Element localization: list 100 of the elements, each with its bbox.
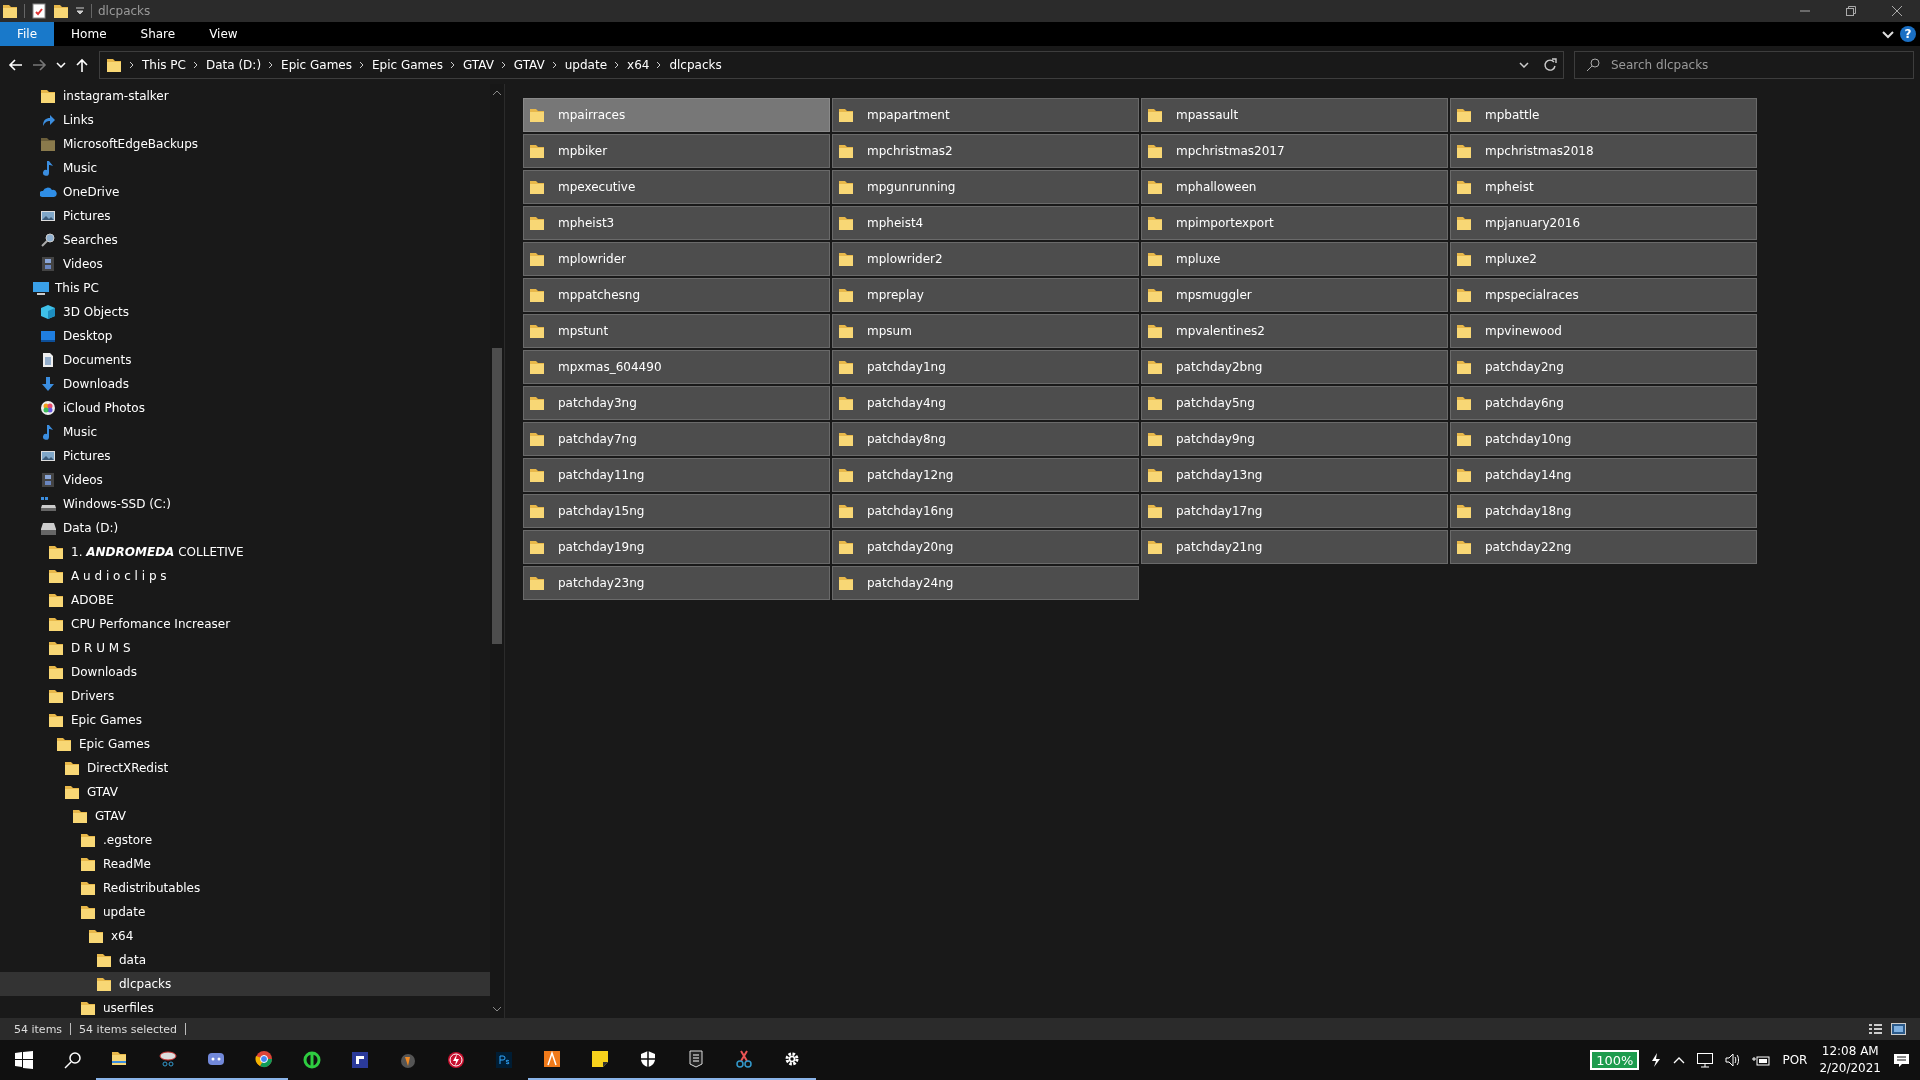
folder-item[interactable]: patchday23ng xyxy=(523,566,830,600)
tree-item[interactable]: Windows-SSD (C:) xyxy=(0,492,490,516)
chevron-up-icon[interactable] xyxy=(1673,1056,1686,1064)
tree-item[interactable]: data xyxy=(0,948,490,972)
breadcrumb-item[interactable]: GTAV xyxy=(462,58,494,72)
chevron-right-icon[interactable] xyxy=(551,61,558,69)
scrollbar-thumb[interactable] xyxy=(492,348,502,644)
tree-item[interactable]: GTAV xyxy=(0,804,490,828)
folder-item[interactable]: patchday12ng xyxy=(832,458,1139,492)
folder-item[interactable]: mpjanuary2016 xyxy=(1450,206,1757,240)
tree-item[interactable]: 1. ANDROMEDA COLLETIVE xyxy=(0,540,490,564)
folder-item[interactable]: mpsmuggler xyxy=(1141,278,1448,312)
ribbon-tab[interactable]: File xyxy=(0,22,55,46)
folder-item[interactable]: mpheist3 xyxy=(523,206,830,240)
folder-item[interactable]: mpassault xyxy=(1141,98,1448,132)
folder-item[interactable]: patchday15ng xyxy=(523,494,830,528)
folder-item[interactable]: mpchristmas2017 xyxy=(1141,134,1448,168)
tree-item[interactable]: MicrosoftEdgeBackups xyxy=(0,132,490,156)
breadcrumb-item[interactable]: update xyxy=(564,58,608,72)
tree-item[interactable]: D R U M S xyxy=(0,636,490,660)
chevron-down-icon[interactable] xyxy=(1882,29,1894,39)
ribbon-tab[interactable]: Share xyxy=(123,22,193,46)
tree-item[interactable]: This PC xyxy=(0,276,490,300)
folder-item[interactable]: patchday16ng xyxy=(832,494,1139,528)
tree-item[interactable]: Pictures xyxy=(0,444,490,468)
folder-item[interactable]: mpheist xyxy=(1450,170,1757,204)
scroll-up-icon[interactable] xyxy=(492,90,502,96)
chevron-right-icon[interactable] xyxy=(359,61,365,69)
tree-item[interactable]: GTAV xyxy=(0,780,490,804)
breadcrumb-item[interactable]: GTAV xyxy=(513,58,545,72)
tree-item[interactable]: CPU Perfomance Increaser xyxy=(0,612,490,636)
chevron-right-icon[interactable] xyxy=(614,61,621,69)
folder-item[interactable]: mphalloween xyxy=(1141,170,1448,204)
address-bar[interactable]: This PC Data (D:) Epic Games Epic Games GTAV GTAV update x64 dlcpacks xyxy=(99,51,1564,79)
tree-item[interactable]: dlcpacks xyxy=(0,972,490,996)
folder-item[interactable]: patchday5ng xyxy=(1141,386,1448,420)
chevron-right-icon[interactable] xyxy=(500,61,507,69)
tree-item[interactable]: Music xyxy=(0,156,490,180)
folder-item[interactable]: patchday6ng xyxy=(1450,386,1757,420)
scroll-down-icon[interactable] xyxy=(492,1006,502,1012)
tree-item[interactable]: x64 xyxy=(0,924,490,948)
tree-item[interactable]: DirectXRedist xyxy=(0,756,490,780)
battery-plug-icon[interactable] xyxy=(1752,1053,1771,1067)
folder-item[interactable]: mpairraces xyxy=(523,98,830,132)
tree-item[interactable]: Links xyxy=(0,108,490,132)
refresh-icon[interactable] xyxy=(1543,58,1557,72)
folder-item[interactable]: patchday2ng xyxy=(1450,350,1757,384)
help-button[interactable]: ? xyxy=(1900,26,1916,42)
chevron-down-icon[interactable] xyxy=(1519,62,1529,68)
folder-item[interactable]: mpxmas_604490 xyxy=(523,350,830,384)
chevron-right-icon[interactable] xyxy=(449,61,456,69)
folder-item[interactable]: patchday11ng xyxy=(523,458,830,492)
tree-item[interactable]: Downloads xyxy=(0,660,490,684)
folder-item[interactable]: mplowrider2 xyxy=(832,242,1139,276)
folder-item[interactable]: mpsum xyxy=(832,314,1139,348)
folder-item[interactable]: patchday9ng xyxy=(1141,422,1448,456)
tree-item[interactable]: Documents xyxy=(0,348,490,372)
ribbon-tab[interactable]: Home xyxy=(54,22,124,46)
folder-item[interactable]: mpstunt xyxy=(523,314,830,348)
network-icon[interactable] xyxy=(1697,1052,1714,1068)
folder-item[interactable]: mpluxe xyxy=(1141,242,1448,276)
details-view-icon[interactable] xyxy=(1868,1023,1883,1035)
tree-item[interactable]: iCloud Photos xyxy=(0,396,490,420)
tree-item[interactable]: Redistributables xyxy=(0,876,490,900)
folder-item[interactable]: patchday14ng xyxy=(1450,458,1757,492)
folder-item[interactable]: patchday1ng xyxy=(832,350,1139,384)
folder-item[interactable]: mpexecutive xyxy=(523,170,830,204)
tree-item[interactable]: Epic Games xyxy=(0,732,490,756)
clock[interactable]: 12:08 AM 2/20/2021 xyxy=(1819,1043,1881,1077)
tree-item[interactable]: 3D Objects xyxy=(0,300,490,324)
forward-arrow-icon[interactable] xyxy=(32,58,47,72)
folder-item[interactable]: patchday2bng xyxy=(1141,350,1448,384)
tree-item[interactable]: Pictures xyxy=(0,204,490,228)
folder-item[interactable]: patchday22ng xyxy=(1450,530,1757,564)
breadcrumb-item[interactable]: Data (D:) xyxy=(205,58,262,72)
folder-item[interactable]: patchday4ng xyxy=(832,386,1139,420)
folder-item[interactable]: patchday10ng xyxy=(1450,422,1757,456)
folder-item[interactable]: mpvinewood xyxy=(1450,314,1757,348)
folder-item[interactable]: mpspecialraces xyxy=(1450,278,1757,312)
tree-item[interactable]: Videos xyxy=(0,252,490,276)
folder-item[interactable]: patchday19ng xyxy=(523,530,830,564)
folder-item[interactable]: patchday13ng xyxy=(1141,458,1448,492)
folder-item[interactable]: patchday7ng xyxy=(523,422,830,456)
folder-item[interactable]: patchday24ng xyxy=(832,566,1139,600)
chevron-right-icon[interactable] xyxy=(268,61,275,69)
tree-item[interactable]: Epic Games xyxy=(0,708,490,732)
tree-item[interactable]: A u d i o c l i p s xyxy=(0,564,490,588)
tree-item[interactable]: Desktop xyxy=(0,324,490,348)
chevron-right-icon[interactable] xyxy=(656,61,663,69)
folder-item[interactable]: mppatchesng xyxy=(523,278,830,312)
back-arrow-icon[interactable] xyxy=(8,58,23,72)
folder-item[interactable]: mpbattle xyxy=(1450,98,1757,132)
breadcrumb-item[interactable]: Epic Games xyxy=(372,58,443,72)
up-arrow-icon[interactable] xyxy=(75,57,89,73)
dropdown-icon[interactable] xyxy=(75,5,85,17)
breadcrumb-item[interactable]: This PC xyxy=(142,58,186,72)
chevron-right-icon[interactable] xyxy=(192,61,199,69)
large-icons-view-icon[interactable] xyxy=(1891,1023,1906,1035)
new-folder-icon[interactable] xyxy=(53,3,69,19)
tree-item[interactable]: Searches xyxy=(0,228,490,252)
